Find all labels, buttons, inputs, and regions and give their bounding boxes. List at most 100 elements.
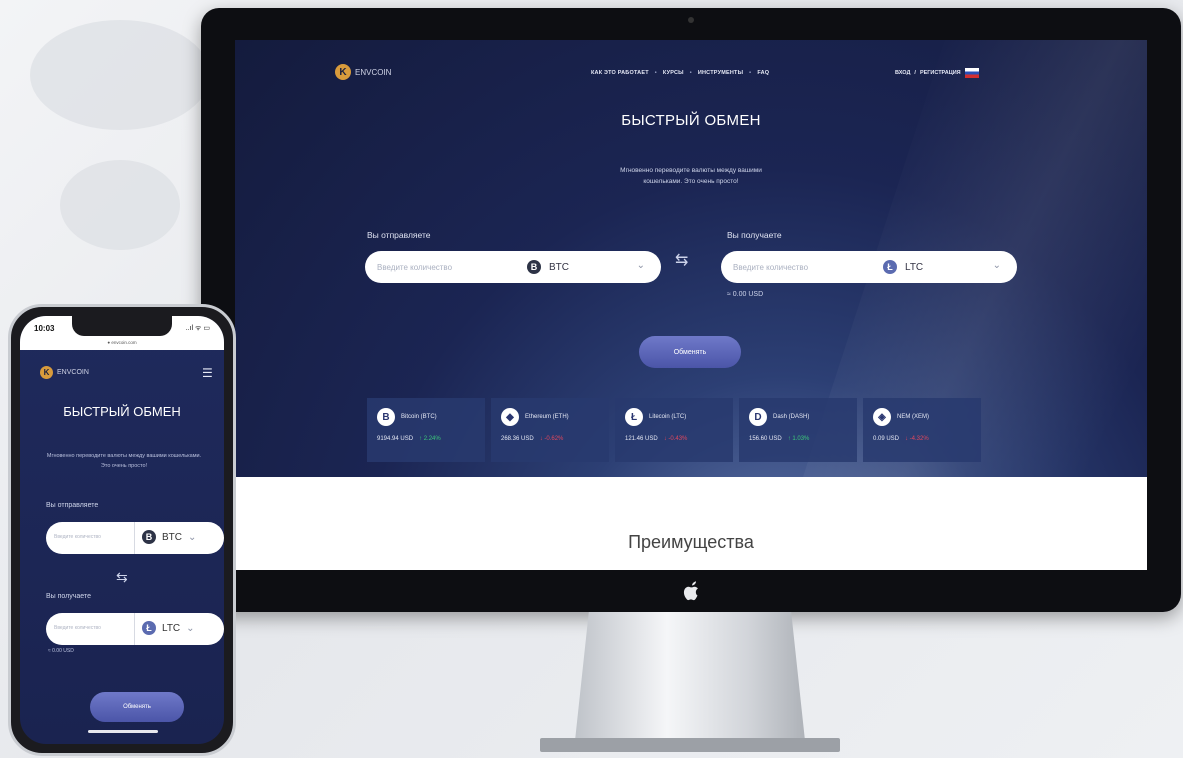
hero-subtitle: Мгновенно переводите валюты между вашими… bbox=[46, 453, 202, 469]
home-indicator bbox=[88, 730, 158, 733]
advantages-section bbox=[235, 477, 1147, 570]
exchange-button[interactable]: Обменять bbox=[639, 336, 741, 368]
hero-title: БЫСТРЫЙ ОБМЕН bbox=[621, 112, 761, 129]
apple-logo-icon bbox=[683, 581, 698, 601]
ticker-change: ↓ -0.43% bbox=[663, 436, 688, 442]
background-map-shape bbox=[60, 160, 180, 250]
advantages-title: Преимущества bbox=[628, 532, 754, 552]
send-amount-field[interactable]: Введите количество B BTC ⌄ bbox=[46, 522, 224, 554]
login-link[interactable]: ВХОД bbox=[895, 70, 910, 76]
ticker-change: ↓ -0.62% bbox=[539, 436, 564, 442]
site-logo[interactable]: K ENVCOIN bbox=[40, 366, 89, 379]
chevron-down-icon[interactable]: ⌄ bbox=[637, 260, 645, 271]
ticker-strip: B Bitcoin (BTC) 9194.94 USD ↑ 2.24% ◆ Ether… bbox=[367, 398, 981, 462]
receive-amount-input[interactable]: Введите количество bbox=[54, 625, 134, 631]
ticker-card[interactable]: Ł Litecoin (LTC) 121.46 USD ↓ -0.43% bbox=[615, 398, 733, 462]
send-amount-input[interactable]: Введите количество bbox=[377, 263, 497, 272]
send-label: Вы отправляете bbox=[367, 230, 431, 240]
send-currency-code: BTC bbox=[162, 531, 182, 543]
nav-faq[interactable]: FAQ bbox=[757, 70, 769, 76]
send-label: Вы отправляете bbox=[46, 502, 99, 509]
receive-currency-code: LTC bbox=[905, 261, 924, 273]
monitor-stand-foot bbox=[540, 738, 840, 752]
ethereum-icon: ◆ bbox=[501, 408, 519, 426]
logo-text: ENVCOIN bbox=[355, 67, 392, 77]
chevron-down-icon[interactable]: ⌄ bbox=[993, 260, 1001, 271]
bitcoin-icon: B bbox=[142, 530, 156, 544]
ticker-price: 0.09 USD bbox=[873, 436, 900, 442]
receive-amount-input[interactable]: Введите количество bbox=[733, 263, 853, 272]
ticker-price: 9194.94 USD bbox=[377, 436, 414, 442]
litecoin-icon: Ł bbox=[883, 260, 897, 274]
status-time: 10:03 bbox=[34, 324, 55, 333]
ticker-name: NEM (XEM) bbox=[897, 414, 929, 420]
hero-title: БЫСТРЫЙ ОБМЕН bbox=[63, 404, 181, 419]
menu-icon[interactable]: ☰ bbox=[202, 366, 213, 380]
receive-amount-field[interactable]: Введите количество Ł LTC ⌄ bbox=[721, 251, 1017, 283]
receive-label: Вы получаете bbox=[727, 230, 782, 240]
send-amount-field[interactable]: Введите количество B BTC ⌄ bbox=[365, 251, 661, 283]
desktop-monitor: K ENVCOIN КАК ЭТО РАБОТАЕТ • КУРСЫ • ИНС… bbox=[201, 8, 1181, 612]
logo-coin-icon: K bbox=[335, 64, 351, 80]
hero-subtitle: Мгновенно переводите валюты между вашими… bbox=[620, 167, 762, 185]
browser-url[interactable]: ● envcoin.com bbox=[20, 340, 224, 345]
receive-currency-code: LTC bbox=[162, 622, 181, 634]
signal-battery-icon: ..ıl ᯤ ▭ bbox=[185, 325, 210, 332]
nem-icon: ◈ bbox=[873, 408, 891, 426]
nav-separator: • bbox=[654, 70, 657, 76]
language-flag-icon[interactable] bbox=[964, 68, 979, 78]
nav-separator: • bbox=[689, 70, 692, 76]
receive-currency-select[interactable]: Ł LTC bbox=[883, 260, 923, 274]
ticker-name: Litecoin (LTC) bbox=[649, 414, 687, 420]
ticker-price: 121.46 USD bbox=[625, 436, 658, 442]
dash-icon: D bbox=[749, 408, 767, 426]
site-logo[interactable]: K ENVCOIN bbox=[335, 64, 391, 80]
ticker-card[interactable]: D Dash (DASH) 156.60 USD ↑ 1.03% bbox=[739, 398, 857, 462]
litecoin-icon: Ł bbox=[142, 621, 156, 635]
ticker-card[interactable]: B Bitcoin (BTC) 9194.94 USD ↑ 2.24% bbox=[367, 398, 485, 462]
nav-rates[interactable]: КУРСЫ bbox=[663, 70, 684, 76]
receive-label: Вы получаете bbox=[46, 593, 91, 600]
background-map-shape bbox=[30, 20, 210, 130]
ticker-change: ↑ 2.24% bbox=[419, 436, 441, 442]
ticker-name: Dash (DASH) bbox=[773, 414, 810, 420]
main-nav: КАК ЭТО РАБОТАЕТ • КУРСЫ • ИНСТРУМЕНТЫ •… bbox=[591, 70, 769, 76]
send-currency-select[interactable]: B BTC ⌄ bbox=[142, 530, 196, 544]
auth-separator: / bbox=[914, 70, 916, 76]
ticker-name: Ethereum (ETH) bbox=[525, 414, 569, 420]
monitor-stand bbox=[575, 612, 805, 741]
ticker-change: ↑ 1.03% bbox=[787, 436, 810, 442]
send-currency-select[interactable]: B BTC bbox=[527, 260, 569, 274]
ticker-price: 156.60 USD bbox=[749, 436, 782, 442]
chevron-down-icon: ⌄ bbox=[186, 622, 195, 634]
mobile-phone: 10:03 ..ıl ᯤ ▭ ● envcoin.com K ENVCOIN ☰… bbox=[8, 304, 236, 756]
ticker-card[interactable]: ◆ Ethereum (ETH) 268.36 USD ↓ -0.62% bbox=[491, 398, 609, 462]
field-divider bbox=[134, 522, 135, 554]
auth-links: ВХОД / РЕГИСТРАЦИЯ bbox=[895, 68, 979, 78]
camera bbox=[688, 17, 694, 23]
nav-how-it-works[interactable]: КАК ЭТО РАБОТАЕТ bbox=[591, 70, 649, 76]
ticker-card[interactable]: ◈ NEM (XEM) 0.09 USD ↓ -4.32% bbox=[863, 398, 981, 462]
approx-usd-value: ≈ 0.00 USD bbox=[48, 648, 74, 654]
ticker-name: Bitcoin (BTC) bbox=[401, 414, 437, 420]
desktop-screen: K ENVCOIN КАК ЭТО РАБОТАЕТ • КУРСЫ • ИНС… bbox=[235, 40, 1147, 570]
send-amount-input[interactable]: Введите количество bbox=[54, 534, 134, 540]
receive-amount-field[interactable]: Введите количество Ł LTC ⌄ bbox=[46, 613, 224, 645]
approx-usd-value: ≈ 0.00 USD bbox=[727, 291, 764, 298]
logo-text: ENVCOIN bbox=[57, 369, 89, 376]
chevron-down-icon: ⌄ bbox=[188, 531, 197, 543]
swap-arrows-icon[interactable]: ⇆ bbox=[675, 250, 688, 270]
swap-arrows-icon[interactable]: ⇆ bbox=[116, 569, 128, 586]
exchange-button[interactable]: Обменять bbox=[90, 692, 184, 722]
bitcoin-icon: B bbox=[527, 260, 541, 274]
send-currency-code: BTC bbox=[549, 261, 569, 273]
phone-screen: 10:03 ..ıl ᯤ ▭ ● envcoin.com K ENVCOIN ☰… bbox=[20, 316, 224, 744]
litecoin-icon: Ł bbox=[625, 408, 643, 426]
field-divider bbox=[134, 613, 135, 645]
nav-tools[interactable]: ИНСТРУМЕНТЫ bbox=[698, 70, 743, 76]
logo-coin-icon: K bbox=[40, 366, 53, 379]
bitcoin-icon: B bbox=[377, 408, 395, 426]
receive-currency-select[interactable]: Ł LTC ⌄ bbox=[142, 621, 195, 635]
register-link[interactable]: РЕГИСТРАЦИЯ bbox=[920, 70, 961, 76]
nav-separator: • bbox=[749, 70, 752, 76]
